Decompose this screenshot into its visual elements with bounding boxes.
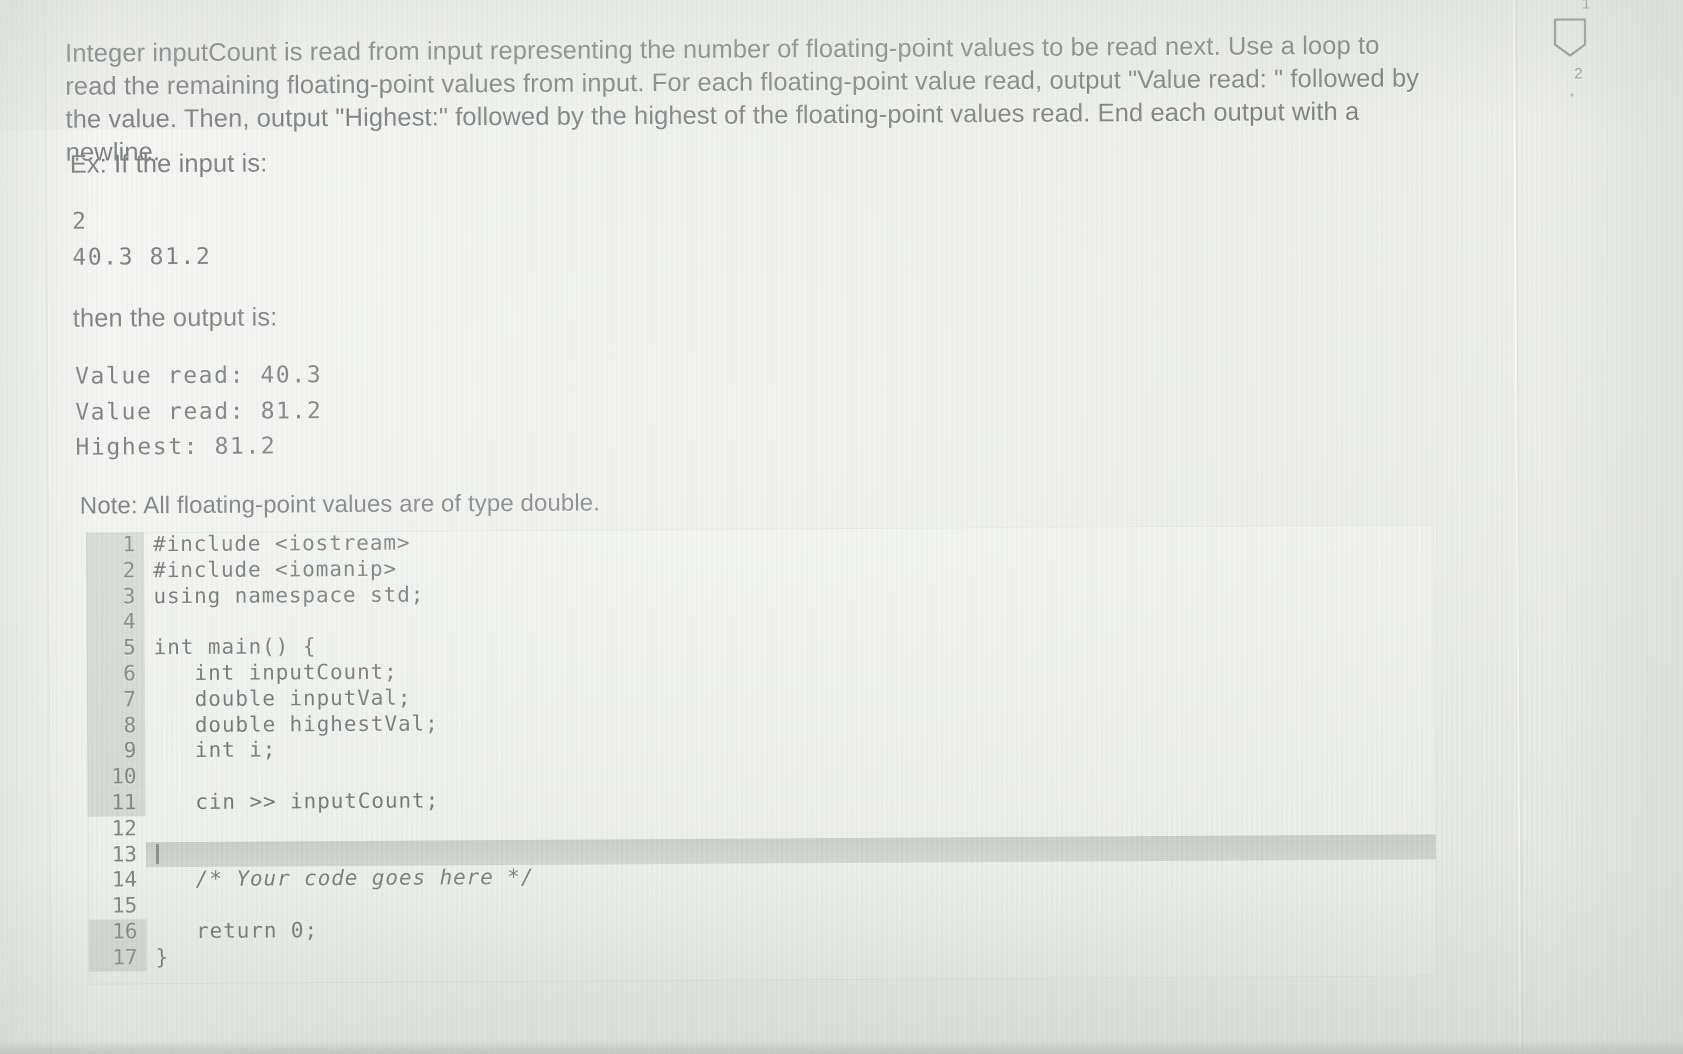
screenshot-root: Integer inputCount is read from input re… bbox=[0, 0, 1683, 1054]
line-number: 14 bbox=[111, 867, 138, 892]
right-sidebar: 1 2 bbox=[1530, 0, 1683, 1050]
line-number: 10 bbox=[87, 764, 146, 791]
exercise-note: Note: All floating-point values are of t… bbox=[79, 489, 601, 520]
line-number: 16 bbox=[88, 919, 147, 946]
content-plane: Integer inputCount is read from input re… bbox=[0, 0, 1683, 1054]
code-line-list[interactable]: 1 #include <iostream> 2 #include <iomanip> 3… bbox=[86, 524, 1437, 972]
line-number: 4 bbox=[86, 609, 145, 636]
example-output-label: then the output is: bbox=[72, 303, 278, 333]
text-cursor bbox=[155, 843, 160, 864]
line-number: 3 bbox=[86, 583, 145, 611]
exercise-instruction: Integer inputCount is read from input re… bbox=[65, 31, 1420, 167]
line-number: 7 bbox=[86, 687, 146, 714]
example-input-sample: 2 40.3 81.2 bbox=[72, 208, 212, 271]
line-number: 5 bbox=[86, 635, 145, 662]
rail-dot bbox=[1570, 93, 1574, 97]
example-input-label: Ex: If the input is: bbox=[69, 149, 268, 179]
line-number: 17 bbox=[88, 945, 147, 972]
line-number: 1 bbox=[86, 532, 145, 559]
rail-marker-bottom: 2 bbox=[1574, 65, 1583, 83]
line-number: 13 bbox=[111, 841, 138, 867]
example-output-sample: Value read: 40.3 Value read: 81.2 Highes… bbox=[74, 362, 323, 461]
line-number: 15 bbox=[111, 893, 138, 918]
left-page-divider bbox=[45, 0, 55, 1054]
right-page-divider bbox=[1512, 0, 1522, 1054]
line-number: 12 bbox=[111, 816, 137, 841]
line-number: 2 bbox=[86, 558, 145, 585]
rail-marker-top: 1 bbox=[1581, 0, 1591, 13]
line-number: 6 bbox=[86, 661, 145, 688]
code-editor[interactable]: 1 #include <iostream> 2 #include <iomanip> 3… bbox=[86, 524, 1437, 985]
line-number: 9 bbox=[87, 738, 146, 765]
bookmark-icon[interactable] bbox=[1552, 17, 1588, 57]
line-number: 8 bbox=[87, 712, 146, 739]
line-number: 11 bbox=[87, 790, 146, 817]
